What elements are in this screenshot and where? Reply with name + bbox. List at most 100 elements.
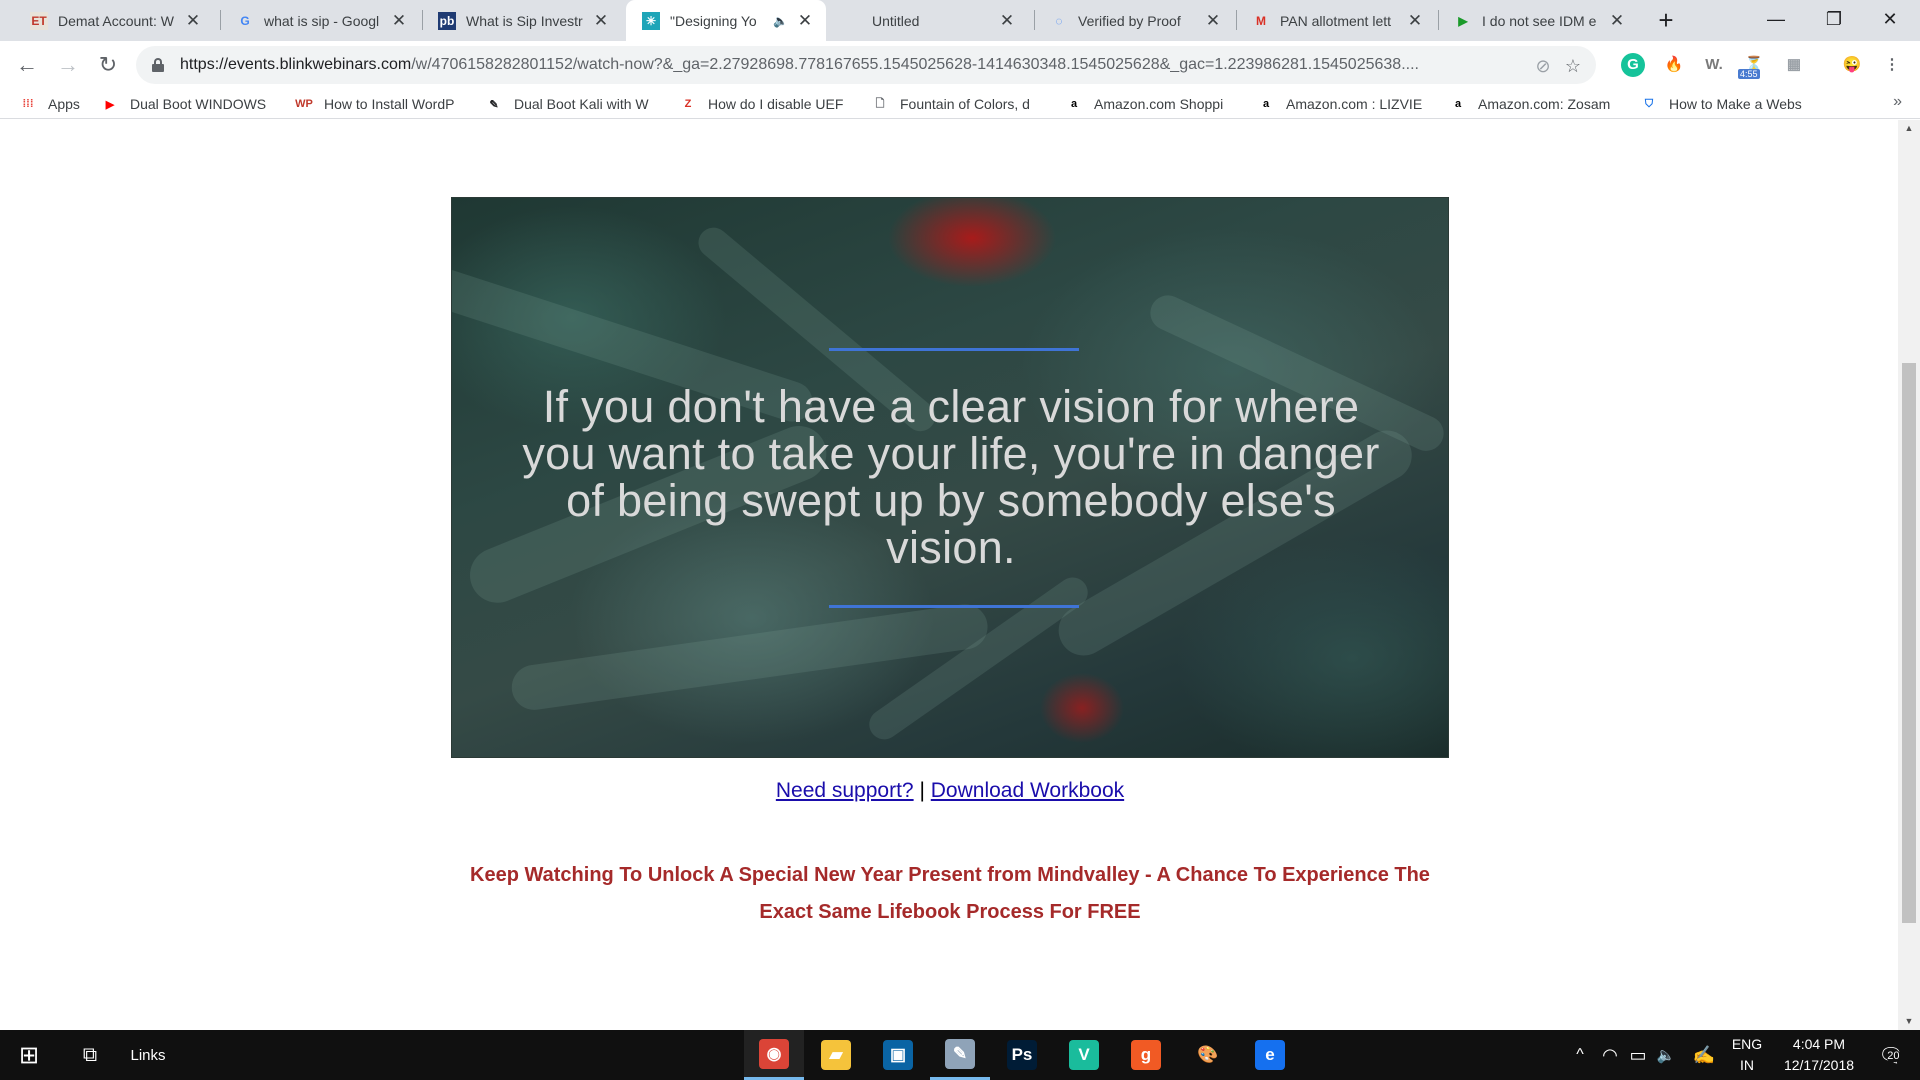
window-close-button[interactable]: ✕ bbox=[1862, 0, 1918, 41]
close-tab-icon[interactable]: ✕ bbox=[592, 11, 610, 31]
tray-overflow-icon[interactable]: ^ bbox=[1567, 1030, 1593, 1080]
bookmark-item[interactable]: a Amazon.com: Zosam bbox=[1450, 93, 1620, 115]
edge-app-button[interactable]: e bbox=[1240, 1030, 1300, 1080]
link-separator: | bbox=[919, 779, 925, 802]
close-tab-icon[interactable]: ✕ bbox=[1608, 11, 1626, 31]
bookmarks-bar: » ⁞⁞⁞ Apps ▶ Dual Boot WINDOWS WP How to Inst… bbox=[0, 89, 1920, 119]
speaker-icon[interactable]: 🔈 bbox=[773, 14, 788, 28]
close-tab-icon[interactable]: ✕ bbox=[796, 11, 814, 31]
new-tab-button[interactable]: + bbox=[1650, 5, 1682, 37]
start-button[interactable]: ⊞ bbox=[0, 1030, 58, 1080]
tab-strip: ET Demat Account: W ✕ Gwhat is sip - Googl ✕… bbox=[0, 0, 1920, 41]
browser-tab[interactable]: ET Demat Account: W ✕ bbox=[14, 0, 214, 41]
bookmark-item[interactable]: a Amazon.com : LIZVIE bbox=[1258, 93, 1428, 115]
bookmark-item[interactable]: 🗋 Fountain of Colors, d bbox=[872, 93, 1042, 115]
browser-tab[interactable]: ◌ Verified by Proof ✕ bbox=[1034, 0, 1234, 41]
vectr-app-button[interactable]: V bbox=[1054, 1030, 1114, 1080]
translate-extension-icon[interactable]: ▦ bbox=[1782, 53, 1806, 77]
lock-icon[interactable] bbox=[152, 58, 164, 72]
wp-icon: WP bbox=[295, 98, 313, 110]
scroll-down-arrow-icon[interactable]: ▼ bbox=[1898, 1013, 1920, 1030]
window-restore-button[interactable]: ❐ bbox=[1806, 0, 1862, 41]
scroll-thumb[interactable] bbox=[1902, 363, 1916, 923]
browser-tab[interactable]: pb What is Sip Investr ✕ bbox=[422, 0, 622, 41]
download-workbook-link[interactable]: Download Workbook bbox=[931, 779, 1124, 802]
fire-extension-icon[interactable]: 🔥 bbox=[1662, 53, 1686, 77]
grammarly-extension-icon[interactable]: G bbox=[1621, 53, 1645, 77]
bookmark-item[interactable]: ⛉ How to Make a Webs bbox=[1641, 93, 1811, 115]
bookmark-item[interactable]: a Amazon.com Shoppi bbox=[1066, 93, 1236, 115]
close-tab-icon[interactable]: ✕ bbox=[1406, 11, 1424, 31]
bookmark-label: Dual Boot Kali with W bbox=[514, 96, 649, 112]
support-links: Need support? | Download Workbook bbox=[0, 779, 1898, 803]
browser-tab[interactable]: ▶ I do not see IDM e ✕ bbox=[1438, 0, 1638, 41]
file-explorer-app-button[interactable]: ▰ bbox=[806, 1030, 866, 1080]
volume-icon[interactable]: 🔈 bbox=[1653, 1030, 1679, 1080]
reload-button[interactable]: ↻ bbox=[91, 48, 125, 82]
bookmarks-overflow-icon[interactable]: » bbox=[1893, 93, 1902, 111]
address-bar[interactable]: https://events.blinkwebinars.com/w/47061… bbox=[136, 46, 1596, 84]
forward-arrow-icon: → bbox=[57, 52, 79, 77]
language-indicator[interactable]: ENG IN bbox=[1722, 1030, 1772, 1080]
et-favicon-icon: ET bbox=[30, 11, 48, 30]
browser-toolbar: ← → ↻ https://events.blinkwebinars.com/w… bbox=[0, 41, 1920, 89]
bookmark-label: How to Make a Webs bbox=[1669, 96, 1802, 112]
paint-app-button[interactable]: 🎨 bbox=[1178, 1030, 1238, 1080]
chrome-app-icon: ◉ bbox=[759, 1038, 789, 1069]
close-tab-icon[interactable]: ✕ bbox=[998, 11, 1016, 31]
idm-favicon-icon: ▶ bbox=[1458, 13, 1468, 28]
blocked-popup-icon[interactable]: ⊘ bbox=[1533, 56, 1553, 76]
vectr-app-icon: V bbox=[1069, 1040, 1099, 1070]
forward-button[interactable]: → bbox=[51, 48, 85, 82]
action-center-button[interactable]: 🗨20 bbox=[1866, 1030, 1916, 1080]
profile-avatar-icon[interactable]: 😜 bbox=[1840, 53, 1864, 77]
tab-title: what is sip - Googl bbox=[264, 12, 380, 29]
task-view-icon: ⧉ bbox=[82, 1043, 98, 1066]
links-toolbar[interactable]: Links bbox=[118, 1030, 178, 1080]
close-tab-icon[interactable]: ✕ bbox=[390, 11, 408, 31]
edge-app-icon: e bbox=[1255, 1040, 1285, 1070]
bookmark-label: Amazon.com : LIZVIE bbox=[1286, 96, 1423, 112]
promo-message: Keep Watching To Unlock A Special New Ye… bbox=[470, 864, 1430, 923]
menu-kebab-icon[interactable]: ⋮ bbox=[1880, 53, 1904, 77]
g-app-button[interactable]: g bbox=[1116, 1030, 1176, 1080]
page-scrollbar[interactable]: ▲ ▼ bbox=[1898, 120, 1920, 1030]
browser-tab[interactable]: ✳ "Designing Yo 🔈 ✕ bbox=[626, 0, 826, 41]
bookmark-star-icon[interactable]: ☆ bbox=[1563, 56, 1583, 76]
proof-favicon-icon: ◌ bbox=[1055, 13, 1063, 28]
task-view-button[interactable]: ⧉ bbox=[66, 1030, 114, 1080]
bookmark-item[interactable]: Z How do I disable UEF bbox=[680, 93, 850, 115]
notepad-app-button[interactable]: ✎ bbox=[930, 1030, 990, 1080]
chrome-app-button[interactable]: ◉ bbox=[744, 1030, 804, 1080]
bookmark-item[interactable]: ✎ Dual Boot Kali with W bbox=[486, 93, 656, 115]
notepad-app-icon: ✎ bbox=[945, 1038, 975, 1069]
window-minimize-button[interactable]: — bbox=[1748, 0, 1804, 41]
photoshop-app-button[interactable]: Ps bbox=[992, 1030, 1052, 1080]
bookmark-item[interactable]: ▶ Dual Boot WINDOWS bbox=[102, 93, 272, 115]
browser-tab[interactable]: Gwhat is sip - Googl ✕ bbox=[220, 0, 420, 41]
close-tab-icon[interactable]: ✕ bbox=[1204, 11, 1222, 31]
battery-icon[interactable]: ▭ bbox=[1625, 1030, 1651, 1080]
clock-time: 4:04 PM bbox=[1792, 1036, 1846, 1052]
w-extension-icon[interactable]: W. bbox=[1702, 53, 1726, 77]
url-text[interactable]: https://events.blinkwebinars.com/w/47061… bbox=[180, 56, 1540, 74]
clock[interactable]: 4:04 PM 12/17/2018 bbox=[1772, 1030, 1866, 1080]
wifi-icon[interactable]: ◠ bbox=[1597, 1030, 1623, 1080]
close-tab-icon[interactable]: ✕ bbox=[184, 11, 202, 31]
browser-tab[interactable]: Untitled ✕ bbox=[828, 0, 1028, 41]
back-button[interactable]: ← bbox=[10, 48, 44, 82]
bookmark-item[interactable]: WP How to Install WordP bbox=[295, 93, 466, 115]
video-player[interactable]: If you don't have a clear vision for whe… bbox=[451, 197, 1449, 758]
browser-tab[interactable]: M PAN allotment lett ✕ bbox=[1236, 0, 1436, 41]
need-support-link[interactable]: Need support? bbox=[776, 779, 914, 802]
kali-icon: ✎ bbox=[489, 98, 499, 111]
language-code: ENG bbox=[1731, 1036, 1763, 1052]
tab-title: Untitled bbox=[872, 12, 920, 29]
pen-workspace-icon[interactable]: ✍ bbox=[1690, 1030, 1718, 1080]
scroll-up-arrow-icon[interactable]: ▲ bbox=[1898, 120, 1920, 137]
clock-date: 12/17/2018 bbox=[1783, 1057, 1855, 1073]
outlook-app-button[interactable]: ▣ bbox=[868, 1030, 928, 1080]
outlook-app-icon: ▣ bbox=[883, 1040, 913, 1070]
notification-count: 20 bbox=[1886, 1049, 1901, 1062]
bookmark-item[interactable]: ⁞⁞⁞ Apps bbox=[20, 93, 90, 115]
